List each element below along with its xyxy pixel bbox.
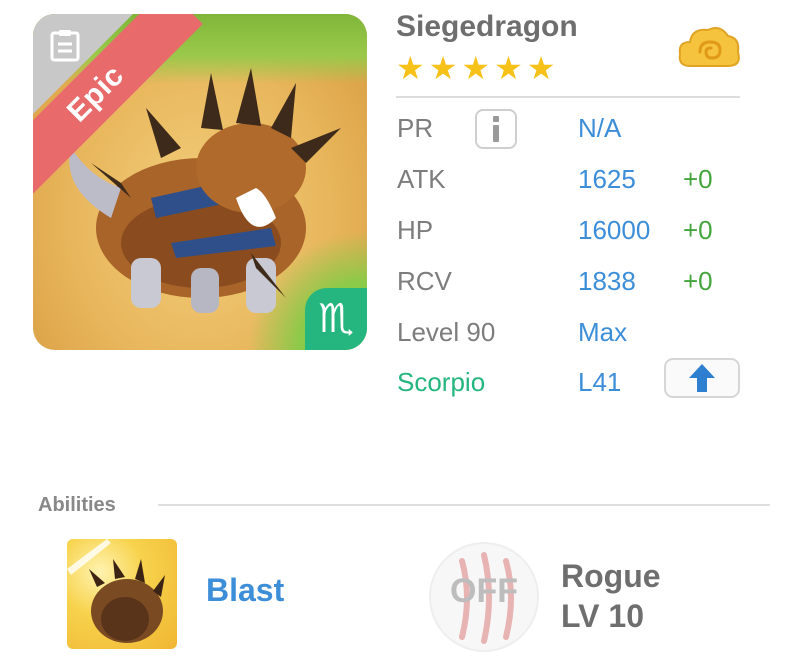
zodiac-level: L41 bbox=[578, 367, 622, 397]
pr-label: PR bbox=[397, 113, 434, 143]
atk-value: 1625 bbox=[578, 164, 636, 194]
up-arrow-icon bbox=[689, 364, 715, 392]
ability-icon[interactable] bbox=[67, 539, 177, 649]
rogue-status: OFF bbox=[450, 572, 518, 610]
hp-bonus: +0 bbox=[683, 215, 713, 245]
star-icon: ★ bbox=[494, 50, 523, 86]
header-divider bbox=[396, 96, 740, 98]
ability-name[interactable]: Blast bbox=[206, 572, 284, 609]
atk-bonus: +0 bbox=[683, 164, 713, 194]
rcv-bonus: +0 bbox=[683, 266, 713, 296]
star-icon: ★ bbox=[396, 50, 425, 86]
abilities-divider bbox=[158, 504, 770, 506]
abilities-heading: Abilities bbox=[38, 494, 116, 516]
rogue-title: Rogue bbox=[561, 558, 661, 594]
monster-portrait[interactable]: Epic ♏ bbox=[33, 14, 367, 350]
star-icon: ★ bbox=[526, 50, 556, 86]
info-icon bbox=[493, 116, 499, 142]
level-label: Level 90 bbox=[397, 317, 496, 347]
rcv-label: RCV bbox=[397, 266, 452, 296]
zodiac-upgrade-button[interactable] bbox=[664, 358, 740, 398]
claw-paw-icon bbox=[67, 539, 165, 643]
star-icon: ★ bbox=[461, 50, 491, 86]
rogue-level: LV 10 bbox=[561, 598, 644, 634]
rogue-info: Rogue LV 10 bbox=[561, 556, 661, 636]
star-rating: ★ ★ ★ ★ ★ bbox=[396, 50, 556, 86]
info-button[interactable] bbox=[475, 109, 517, 149]
document-icon[interactable] bbox=[47, 28, 83, 64]
rcv-value: 1838 bbox=[578, 266, 636, 296]
star-icon: ★ bbox=[428, 50, 458, 86]
zodiac-label: Scorpio bbox=[397, 367, 486, 397]
scorpio-icon: ♏ bbox=[305, 288, 367, 350]
hp-label: HP bbox=[397, 215, 434, 245]
cloud-currency-icon[interactable] bbox=[676, 22, 742, 74]
atk-label: ATK bbox=[397, 164, 446, 194]
level-value: Max bbox=[578, 317, 628, 347]
hp-value: 16000 bbox=[578, 215, 651, 245]
pr-value: N/A bbox=[578, 113, 622, 143]
monster-name: Siegedragon bbox=[396, 10, 578, 43]
